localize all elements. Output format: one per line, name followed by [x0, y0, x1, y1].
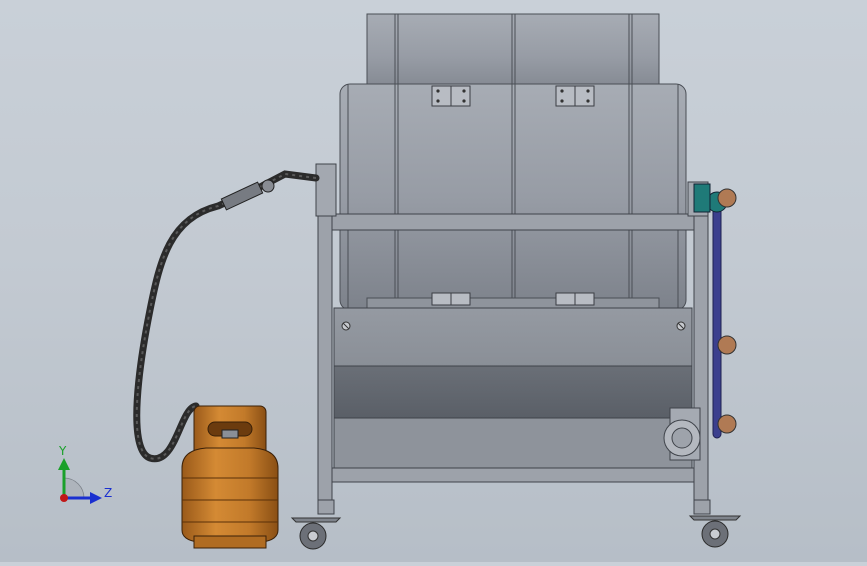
burner-box	[333, 307, 693, 469]
cad-model-view[interactable]: Y Z	[0, 0, 867, 562]
coordinate-triad: Y Z	[58, 444, 112, 504]
hinge-upper-left	[431, 85, 471, 107]
hinge-lower-right	[555, 292, 595, 306]
gas-cylinder	[181, 405, 279, 549]
caster-right	[688, 499, 742, 548]
x-axis-dot	[60, 494, 68, 502]
caster-left	[290, 499, 342, 550]
y-axis-label: Y	[58, 444, 67, 458]
z-axis-arrowhead	[90, 492, 102, 504]
main-drum	[339, 83, 687, 311]
y-axis-arrowhead	[58, 458, 70, 470]
hinge-lower-left	[431, 292, 471, 306]
hinge-upper-right	[555, 85, 595, 107]
z-axis-label: Z	[104, 486, 112, 500]
cad-graphics-area[interactable]: Y Z	[0, 0, 867, 562]
